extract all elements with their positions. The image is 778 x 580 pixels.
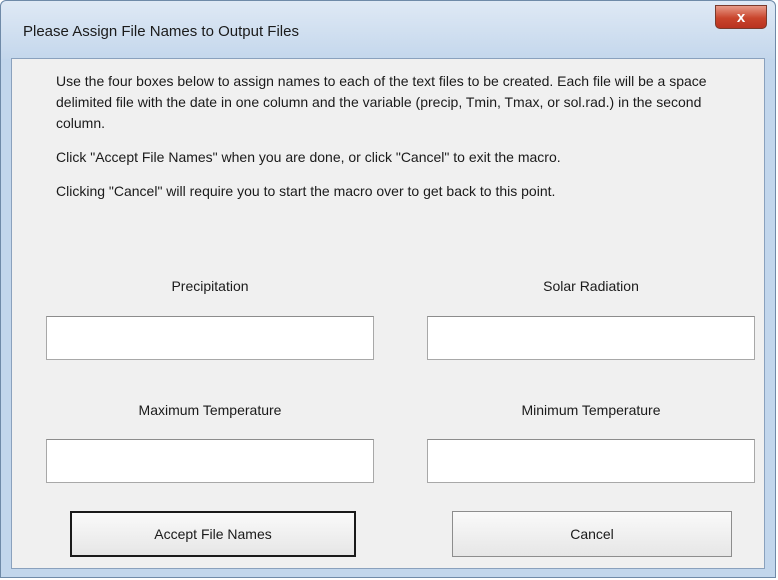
close-icon: x xyxy=(736,8,746,26)
dialog-body: Use the four boxes below to assign names… xyxy=(11,58,765,569)
minimum-temperature-label: Minimum Temperature xyxy=(521,402,661,418)
instruction-paragraph-3: Clicking "Cancel" will require you to st… xyxy=(56,183,556,199)
maximum-temperature-input[interactable] xyxy=(46,439,374,483)
title-bar: Please Assign File Names to Output Files… xyxy=(1,1,775,59)
cancel-button[interactable]: Cancel xyxy=(452,511,732,557)
window-title: Please Assign File Names to Output Files xyxy=(23,23,299,40)
precipitation-input[interactable] xyxy=(46,316,374,360)
close-button[interactable]: x xyxy=(715,5,767,29)
instruction-paragraph-1: Use the four boxes below to assign names… xyxy=(56,73,707,131)
instructions: Use the four boxes below to assign names… xyxy=(56,71,746,215)
minimum-temperature-input[interactable] xyxy=(427,439,755,483)
precipitation-label: Precipitation xyxy=(171,278,249,294)
accept-file-names-button[interactable]: Accept File Names xyxy=(70,511,356,557)
maximum-temperature-label: Maximum Temperature xyxy=(138,402,282,418)
instruction-paragraph-2: Click "Accept File Names" when you are d… xyxy=(56,149,561,165)
dialog-window: Please Assign File Names to Output Files… xyxy=(0,0,776,578)
solar-radiation-input[interactable] xyxy=(427,316,755,360)
solar-radiation-label: Solar Radiation xyxy=(543,278,639,294)
